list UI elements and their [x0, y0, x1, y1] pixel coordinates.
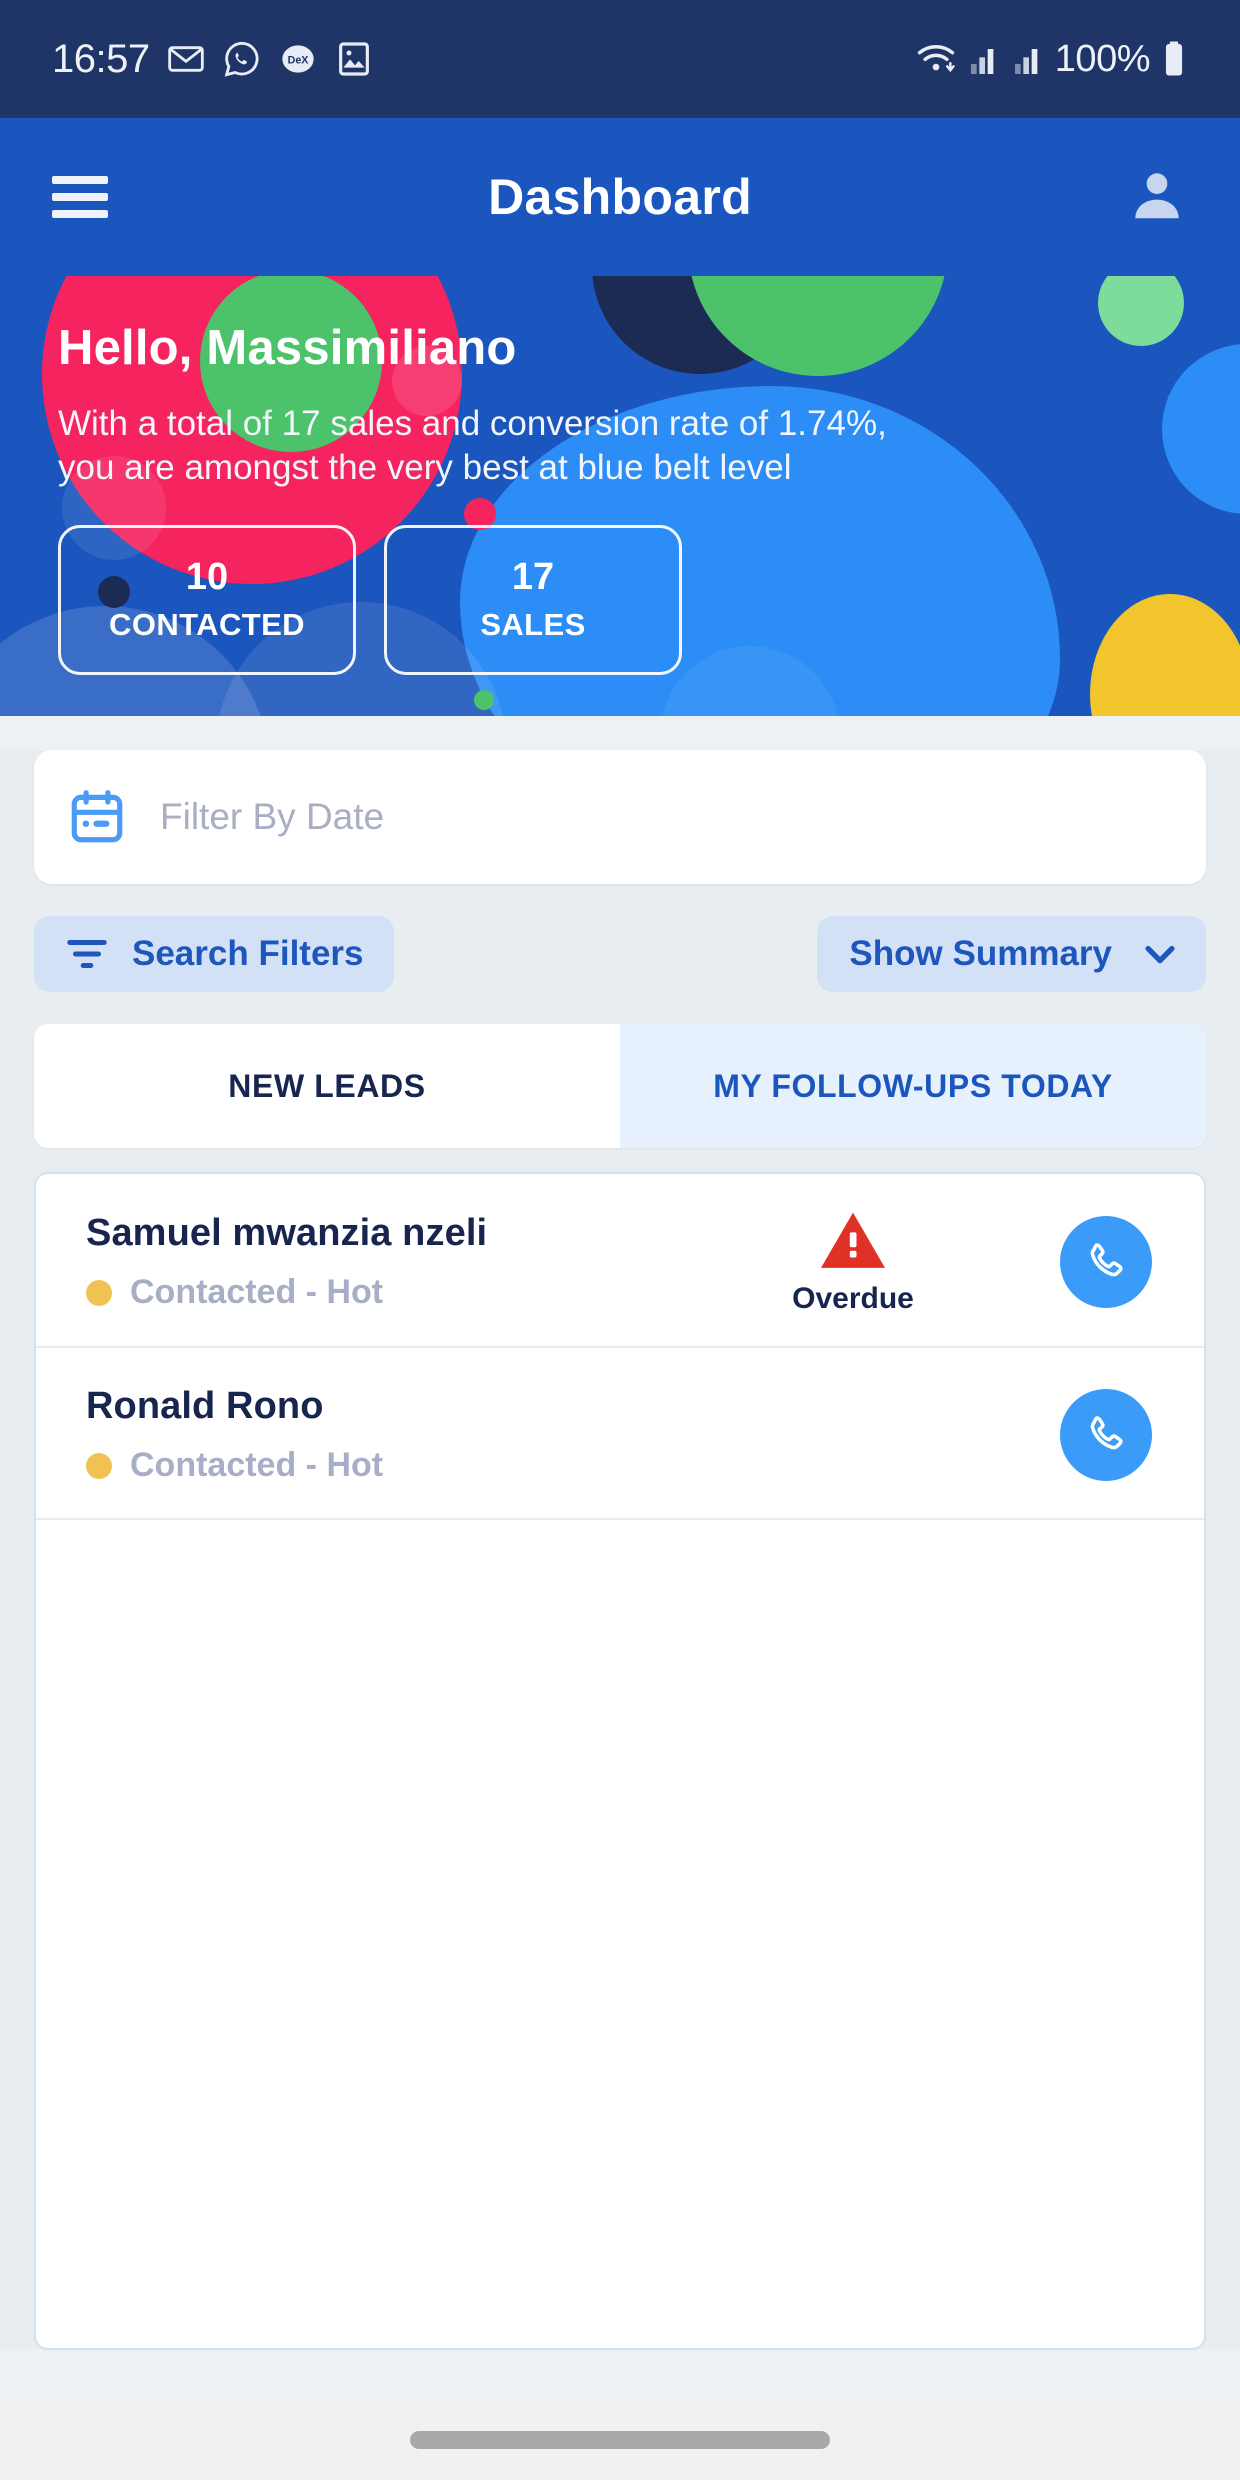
- table-row[interactable]: Ronald Rono Contacted - Hot: [36, 1348, 1204, 1520]
- show-summary-button[interactable]: Show Summary: [817, 916, 1206, 992]
- phone-icon[interactable]: [1060, 1389, 1152, 1481]
- status-badge: Overdue: [646, 1208, 1060, 1316]
- app-bar: Dashboard: [0, 118, 1240, 276]
- lead-status: Contacted - Hot: [86, 1446, 646, 1485]
- hero-stats: 10 CONTACTED 17 SALES: [58, 524, 1182, 675]
- lead-info: Samuel mwanzia nzeli Contacted - Hot: [86, 1212, 646, 1312]
- battery-percent: 100%: [1054, 37, 1151, 80]
- hamburger-icon[interactable]: [52, 176, 108, 218]
- stat-value: 10: [185, 556, 229, 599]
- wifi-icon: [917, 44, 955, 73]
- date-filter-placeholder: Filter By Date: [160, 796, 385, 837]
- whatsapp-icon: [224, 41, 259, 77]
- content-sheet: Filter By Date Search Filters Show Summa…: [0, 750, 1240, 2350]
- warning-triangle-icon: [821, 1212, 885, 1268]
- stat-label: CONTACTED: [109, 607, 305, 643]
- stat-card-contacted[interactable]: 10 CONTACTED: [58, 524, 356, 675]
- greeting-text: Hello, Massimiliano: [58, 321, 517, 375]
- stat-value: 17: [511, 556, 555, 599]
- signal-icon-2: [1014, 49, 1038, 74]
- tab-label: NEW LEADS: [228, 1067, 426, 1104]
- battery-icon: [1165, 41, 1183, 76]
- gmail-icon: [167, 46, 204, 72]
- hero-banner: Hello, Massimiliano With a total of 17 s…: [0, 276, 1240, 716]
- lead-name: Ronald Rono: [86, 1385, 324, 1427]
- decor-dot-green: [474, 690, 494, 710]
- chevron-down-icon: [1145, 945, 1175, 964]
- page-title: Dashboard: [488, 169, 752, 225]
- overdue-label: Overdue: [792, 1282, 914, 1315]
- hero-content: Hello, Massimiliano With a total of 17 s…: [0, 276, 1240, 675]
- date-filter-field[interactable]: Filter By Date: [34, 750, 1206, 884]
- leads-list: Samuel mwanzia nzeli Contacted - Hot Ove…: [34, 1172, 1206, 2350]
- search-filters-button[interactable]: Search Filters: [34, 916, 394, 992]
- tab-bar: NEW LEADS MY FOLLOW-UPS TODAY: [34, 1024, 1206, 1148]
- signal-icon-1: [970, 49, 994, 74]
- status-dot-icon: [86, 1279, 112, 1306]
- stat-label: SALES: [480, 607, 586, 643]
- tab-label: MY FOLLOW-UPS TODAY: [713, 1067, 1113, 1104]
- calendar-icon: [71, 790, 123, 843]
- status-bar: 16:57 DeX 100%: [0, 0, 1240, 118]
- stat-card-sales[interactable]: 17 SALES: [384, 524, 682, 675]
- gallery-icon: [338, 42, 369, 76]
- show-summary-label: Show Summary: [849, 934, 1112, 973]
- status-bar-left: 16:57 DeX: [52, 37, 374, 82]
- search-filters-label: Search Filters: [132, 934, 364, 973]
- tab-new-leads[interactable]: NEW LEADS: [34, 1024, 620, 1148]
- person-icon[interactable]: [1126, 164, 1188, 231]
- lead-name: Samuel mwanzia nzeli: [86, 1212, 488, 1254]
- home-indicator[interactable]: [410, 2431, 830, 2449]
- lead-status-label: Contacted - Hot: [130, 1273, 384, 1311]
- status-time: 16:57: [52, 36, 150, 81]
- summary-text: With a total of 17 sales and conversion …: [58, 404, 887, 488]
- phone-icon[interactable]: [1060, 1216, 1152, 1308]
- table-row[interactable]: Samuel mwanzia nzeli Contacted - Hot Ove…: [36, 1174, 1204, 1348]
- system-nav-bar: [0, 2400, 1240, 2480]
- lead-status: Contacted - Hot: [86, 1273, 646, 1312]
- lead-info: Ronald Rono Contacted - Hot: [86, 1385, 646, 1485]
- status-dot-icon: [86, 1452, 112, 1479]
- filter-row: Search Filters Show Summary: [34, 916, 1206, 992]
- status-bar-right: 100%: [915, 38, 1188, 81]
- svg-text:DeX: DeX: [287, 55, 309, 67]
- tab-my-follow-ups-today[interactable]: MY FOLLOW-UPS TODAY: [620, 1024, 1206, 1148]
- filter-icon: [67, 940, 107, 968]
- app-screen: 16:57 DeX 100% Dashboard Hello, Massimil…: [0, 0, 1240, 2480]
- lead-status-label: Contacted - Hot: [130, 1446, 384, 1484]
- dex-icon: DeX: [281, 45, 314, 73]
